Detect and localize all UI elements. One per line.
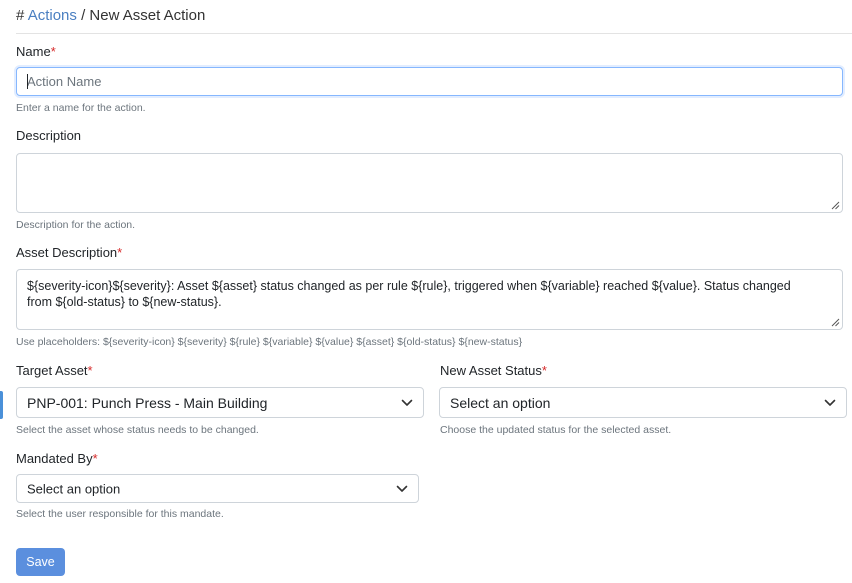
breadcrumb-hash: # (16, 7, 25, 24)
asset-description-help: Use placeholders: ${severity-icon} ${sev… (16, 336, 523, 348)
breadcrumb-separator: / (81, 7, 86, 24)
asset-description-text: ${severity-icon}${severity}: Asset ${ass… (27, 279, 791, 309)
target-asset-label: Target Asset* (16, 363, 93, 378)
new-asset-status-select[interactable]: Select an option (439, 387, 847, 418)
description-textarea[interactable] (16, 153, 843, 213)
breadcrumb-actions-link[interactable]: Actions (28, 7, 77, 24)
asset-description-label: Asset Description* (16, 245, 123, 260)
chevron-down-icon (396, 485, 408, 492)
name-help: Enter a name for the action. (16, 102, 146, 114)
new-asset-status-help: Choose the updated status for the select… (440, 424, 672, 436)
new-asset-status-label: New Asset Status* (440, 363, 547, 378)
save-button[interactable]: Save (16, 548, 65, 576)
name-field[interactable] (16, 67, 843, 96)
resize-handle-icon[interactable] (831, 201, 840, 210)
description-help: Description for the action. (16, 219, 136, 231)
text-cursor (27, 74, 28, 89)
page-title: New Asset Action (89, 7, 206, 24)
target-asset-select[interactable]: PNP-001: Punch Press - Main Building (16, 387, 424, 418)
header-divider (16, 33, 852, 34)
chevron-down-icon (401, 399, 413, 406)
name-label: Name* (16, 44, 56, 59)
description-label: Description (16, 128, 82, 143)
mandated-by-label: Mandated By* (16, 451, 98, 466)
mandated-by-value: Select an option (27, 481, 121, 496)
asset-description-textarea[interactable]: ${severity-icon}${severity}: Asset ${ass… (16, 269, 843, 330)
breadcrumb: # Actions / New Asset Action (16, 6, 205, 26)
target-asset-value: PNP-001: Punch Press - Main Building (27, 394, 268, 411)
new-asset-status-value: Select an option (450, 394, 551, 411)
resize-handle-icon[interactable] (831, 318, 840, 327)
name-input[interactable] (17, 68, 842, 95)
chevron-down-icon (824, 399, 836, 406)
mandated-by-select[interactable]: Select an option (16, 474, 419, 503)
active-indicator (0, 391, 3, 419)
mandated-by-help: Select the user responsible for this man… (16, 508, 224, 520)
target-asset-help: Select the asset whose status needs to b… (16, 424, 259, 436)
